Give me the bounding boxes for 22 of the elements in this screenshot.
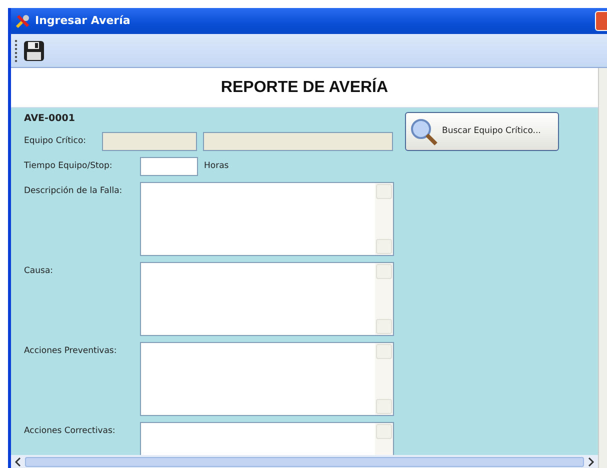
record-code: AVE-0001 [24,112,75,126]
field-label: Equipo Crítico: [24,135,88,148]
field-label: Acciones Preventivas: [24,345,118,358]
window-title: Ingresar Avería [35,12,130,29]
magnifier-icon [410,118,438,146]
horizontal-scrollbar[interactable] [11,455,598,468]
unit-label: Horas [204,160,229,173]
scroll-left-icon[interactable] [13,456,23,466]
report-heading: REPORTE DE AVERÍA [220,76,388,98]
search-button[interactable]: Buscar Equipo Crítico... [405,112,559,152]
tools-icon [15,13,31,29]
close-button[interactable] [595,11,607,31]
hours-field[interactable] [140,157,198,176]
text-area[interactable] [140,342,394,416]
scroll-right-icon[interactable] [586,456,596,466]
text-area[interactable] [140,182,394,256]
field-label: Descripción de la Falla: [24,185,124,198]
save-icon[interactable] [23,40,45,62]
text-area[interactable] [140,262,394,336]
field-label: Tiempo Equipo/Stop: [24,160,114,173]
field-label: Acciones Correctivas: [24,425,116,438]
field-label: Causa: [24,265,54,278]
